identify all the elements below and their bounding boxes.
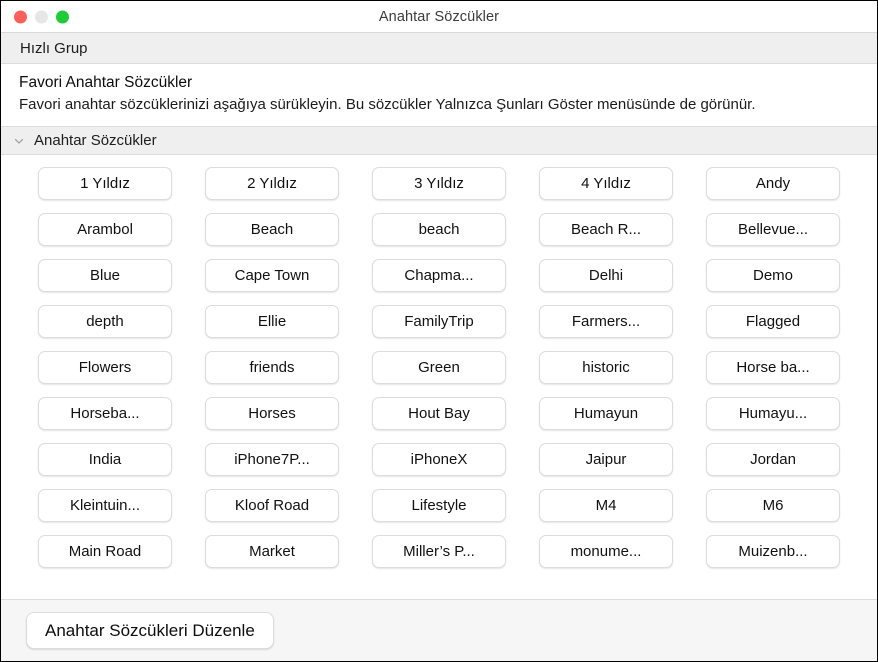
keyword-button[interactable]: Flowers bbox=[38, 351, 172, 385]
keyword-button[interactable]: Demo bbox=[706, 259, 840, 293]
keyword-button[interactable]: Horses bbox=[205, 397, 339, 431]
keyword-button[interactable]: Beach R... bbox=[539, 213, 673, 247]
keyword-button[interactable]: Farmers... bbox=[539, 305, 673, 339]
keyword-button[interactable]: India bbox=[38, 443, 172, 477]
keyword-button[interactable]: Muizenb... bbox=[706, 535, 840, 569]
keyword-button[interactable]: Jordan bbox=[706, 443, 840, 477]
quick-group-bar[interactable]: Hızlı Grup bbox=[1, 33, 877, 64]
keyword-button[interactable]: Andy bbox=[706, 167, 840, 201]
keyword-button[interactable]: Market bbox=[205, 535, 339, 569]
favorite-keywords-description: Favori anahtar sözcüklerinizi aşağıya sü… bbox=[19, 95, 756, 113]
keyword-button[interactable]: Miller’s P... bbox=[372, 535, 506, 569]
keyword-button[interactable]: Blue bbox=[38, 259, 172, 293]
keyword-button[interactable]: FamilyTrip bbox=[372, 305, 506, 339]
keyword-button[interactable]: Kleintuin... bbox=[38, 489, 172, 523]
keyword-button[interactable]: monume... bbox=[539, 535, 673, 569]
keyword-button[interactable]: M4 bbox=[539, 489, 673, 523]
keyword-button[interactable]: Humayun bbox=[539, 397, 673, 431]
keyword-button[interactable]: 3 Yıldız bbox=[372, 167, 506, 201]
keyword-button[interactable]: friends bbox=[205, 351, 339, 385]
keyword-button[interactable]: Ellie bbox=[205, 305, 339, 339]
keyword-button[interactable]: depth bbox=[38, 305, 172, 339]
keyword-button[interactable]: Humayu... bbox=[706, 397, 840, 431]
keyword-button[interactable]: Flagged bbox=[706, 305, 840, 339]
keywords-section-header[interactable]: Anahtar Sözcükler bbox=[1, 126, 877, 156]
keyword-button[interactable]: Chapma... bbox=[372, 259, 506, 293]
traffic-light-group bbox=[14, 10, 69, 23]
keywords-window: Anahtar Sözcükler Hızlı Grup Favori Anah… bbox=[0, 0, 878, 662]
quick-group-label: Hızlı Grup bbox=[20, 39, 88, 57]
window-title: Anahtar Sözcükler bbox=[378, 8, 500, 25]
keyword-button[interactable]: iPhoneX bbox=[372, 443, 506, 477]
keyword-button[interactable]: Horse ba... bbox=[706, 351, 840, 385]
keyword-button[interactable]: Cape Town bbox=[205, 259, 339, 293]
keyword-button[interactable]: iPhone7P... bbox=[205, 443, 339, 477]
keyword-button[interactable]: Bellevue... bbox=[706, 213, 840, 247]
keyword-button[interactable]: Delhi bbox=[539, 259, 673, 293]
keyword-button[interactable]: Main Road bbox=[38, 535, 172, 569]
keyword-button[interactable]: Jaipur bbox=[539, 443, 673, 477]
keyword-button[interactable]: Beach bbox=[205, 213, 339, 247]
keywords-grid-area: 1 Yıldız 2 Yıldız 3 Yıldız 4 Yıldız Andy Aram… bbox=[1, 155, 877, 599]
window-footer: Anahtar Sözcükleri Düzenle bbox=[1, 599, 877, 661]
keyword-button[interactable]: Hout Bay bbox=[372, 397, 506, 431]
window-titlebar: Anahtar Sözcükler bbox=[1, 1, 877, 33]
keyword-button[interactable]: Green bbox=[372, 351, 506, 385]
keyword-button[interactable]: 2 Yıldız bbox=[205, 167, 339, 201]
edit-keywords-button[interactable]: Anahtar Sözcükleri Düzenle bbox=[26, 612, 274, 649]
zoom-window-button[interactable] bbox=[56, 10, 69, 23]
keyword-button[interactable]: Horseba... bbox=[38, 397, 172, 431]
keyword-button[interactable]: Lifestyle bbox=[372, 489, 506, 523]
minimize-window-button[interactable] bbox=[35, 10, 48, 23]
keyword-button[interactable]: 4 Yıldız bbox=[539, 167, 673, 201]
close-window-button[interactable] bbox=[14, 10, 27, 23]
keyword-button[interactable]: historic bbox=[539, 351, 673, 385]
chevron-down-icon[interactable] bbox=[13, 135, 25, 147]
keywords-grid: 1 Yıldız 2 Yıldız 3 Yıldız 4 Yıldız Andy Aram… bbox=[1, 167, 877, 569]
keyword-button[interactable]: beach bbox=[372, 213, 506, 247]
keyword-button[interactable]: Arambol bbox=[38, 213, 172, 247]
keywords-section-title: Anahtar Sözcükler bbox=[34, 132, 157, 150]
favorite-keywords-title: Favori Anahtar Sözcükler bbox=[19, 74, 193, 91]
keyword-button[interactable]: M6 bbox=[706, 489, 840, 523]
keyword-button[interactable]: Kloof Road bbox=[205, 489, 339, 523]
favorite-keywords-section: Favori Anahtar Sözcükler Favori anahtar … bbox=[1, 64, 877, 127]
keyword-button[interactable]: 1 Yıldız bbox=[38, 167, 172, 201]
